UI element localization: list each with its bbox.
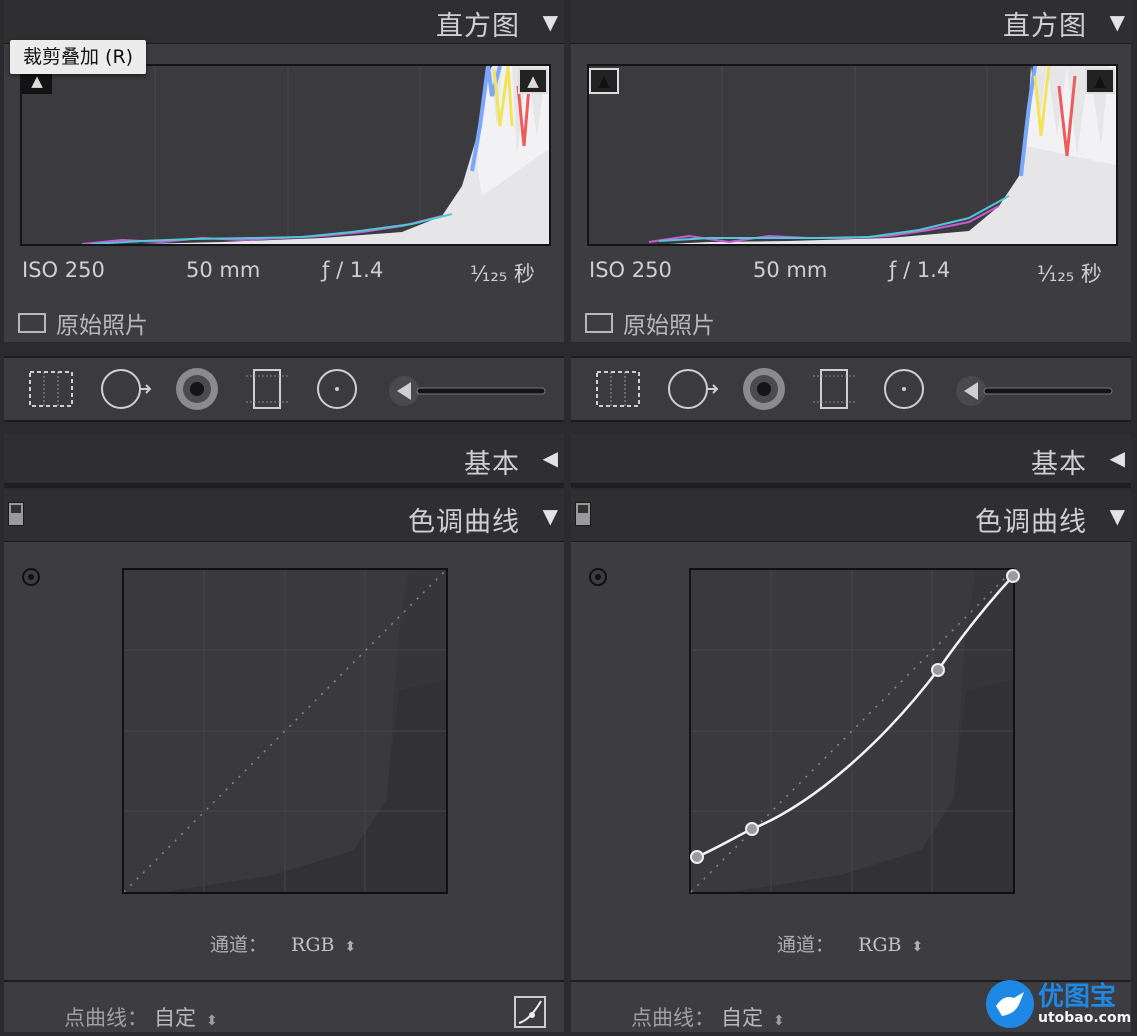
shadow-clipping-toggle[interactable]: ▲	[589, 68, 619, 94]
triangle-down-icon[interactable]: ▼	[543, 10, 558, 34]
channel-selector[interactable]: 通道： RGB ⬍	[777, 930, 923, 957]
red-eye-icon[interactable]	[170, 366, 224, 412]
basic-title: 基本	[1031, 449, 1087, 480]
channel-value: RGB	[291, 934, 335, 956]
left-panel-column: 直方图 ▼ ▲ ▲ ISO 250 50 mm ƒ / 1.4 ¹⁄₁₂₅ 秒	[4, 0, 564, 1032]
original-photo-checkbox[interactable]: 原始照片	[585, 306, 715, 340]
triangle-left-icon[interactable]: ◀	[543, 446, 558, 470]
divider	[571, 484, 1131, 488]
triangle-down-icon[interactable]: ▼	[543, 504, 558, 528]
adjustment-brush-slider[interactable]	[956, 376, 1116, 406]
tone-curve-header[interactable]: 色调曲线 ▼	[571, 490, 1131, 542]
crop-overlay-icon[interactable]	[24, 366, 78, 412]
channel-label: 通道：	[777, 934, 835, 956]
point-curve-bar: 点曲线： 自定 ⬍	[4, 980, 564, 1032]
original-photo-label: 原始照片	[56, 313, 148, 339]
curve-graph[interactable]	[122, 568, 448, 894]
watermark: 优图宝 utobao.com	[980, 976, 1137, 1032]
highlight-clipping-toggle[interactable]: ▲	[1085, 68, 1115, 94]
point-curve-label: 点曲线：	[631, 1006, 715, 1030]
triangle-left-icon[interactable]: ◀	[1110, 446, 1125, 470]
watermark-name: 优图宝	[1038, 982, 1117, 1012]
curve-point	[1006, 569, 1020, 583]
shutter-value: ¹⁄₁₂₅ 秒	[470, 262, 535, 286]
stepper-icon: ⬍	[773, 1013, 785, 1029]
histogram-title: 直方图	[1003, 11, 1087, 42]
triangle-down-icon[interactable]: ▼	[1110, 504, 1125, 528]
watermark-url: utobao.com	[1038, 1010, 1132, 1026]
spot-removal-icon[interactable]	[665, 366, 719, 412]
basic-title: 基本	[464, 449, 520, 480]
channel-label: 通道：	[210, 934, 268, 956]
point-curve-selector[interactable]: 点曲线： 自定 ⬍	[631, 1002, 785, 1032]
basic-header[interactable]: 基本 ◀	[571, 434, 1131, 484]
histogram-title: 直方图	[436, 11, 520, 42]
tool-strip	[571, 356, 1131, 422]
histogram-header[interactable]: 直方图 ▼	[571, 0, 1131, 44]
focal-length-value: 50 mm	[753, 258, 828, 282]
stepper-icon: ⬍	[911, 939, 924, 955]
stepper-icon: ⬍	[344, 939, 357, 955]
iso-value: ISO 250	[22, 258, 105, 282]
channel-value: RGB	[858, 934, 902, 956]
point-curve-selector[interactable]: 点曲线： 自定 ⬍	[64, 1002, 218, 1032]
curve-point	[690, 850, 704, 864]
channel-selector[interactable]: 通道： RGB ⬍	[210, 930, 356, 957]
basic-header[interactable]: 基本 ◀	[4, 434, 564, 484]
iso-value: ISO 250	[589, 258, 672, 282]
triangle-down-icon[interactable]: ▼	[1110, 10, 1125, 34]
histogram-panel: ▲ ▲ ISO 250 50 mm ƒ / 1.4 ¹⁄₁₂₅ 秒 原始照片	[4, 44, 564, 342]
target-adjust-icon[interactable]	[589, 568, 607, 586]
target-adjust-icon[interactable]	[22, 568, 40, 586]
curve-mode-icon[interactable]	[514, 996, 546, 1028]
panel-enable-switch[interactable]	[575, 502, 591, 526]
histogram-graph	[587, 64, 1118, 246]
checkbox-icon	[18, 313, 46, 333]
right-panel-column: 直方图 ▼ ▲ ▲ ISO 250 50 mm ƒ / 1.4 ¹⁄₁₂₅ 秒	[571, 0, 1131, 1032]
aperture-value: ƒ / 1.4	[889, 258, 951, 282]
red-eye-icon[interactable]	[737, 366, 791, 412]
spot-removal-icon[interactable]	[98, 366, 152, 412]
histogram-panel: ▲ ▲ ISO 250 50 mm ƒ / 1.4 ¹⁄₁₂₅ 秒 原始照片	[571, 44, 1131, 342]
curve-point	[745, 822, 759, 836]
radial-filter-icon[interactable]	[877, 366, 931, 412]
stepper-icon: ⬍	[206, 1013, 218, 1029]
tone-curve-title: 色调曲线	[408, 507, 520, 538]
graduated-filter-icon[interactable]	[240, 366, 294, 412]
aperture-value: ƒ / 1.4	[322, 258, 384, 282]
curve-point	[931, 663, 945, 677]
checkbox-icon	[585, 313, 613, 333]
tone-curve-header[interactable]: 色调曲线 ▼	[4, 490, 564, 542]
radial-filter-icon[interactable]	[310, 366, 364, 412]
graduated-filter-icon[interactable]	[807, 366, 861, 412]
original-photo-checkbox[interactable]: 原始照片	[18, 306, 148, 340]
point-curve-value: 自定	[154, 1006, 196, 1030]
panel-enable-switch[interactable]	[8, 502, 24, 526]
point-curve-label: 点曲线：	[64, 1006, 148, 1030]
crop-overlay-tooltip: 裁剪叠加 (R)	[10, 40, 147, 74]
histogram-graph	[20, 64, 551, 246]
point-curve-value: 自定	[721, 1006, 763, 1030]
crop-overlay-icon[interactable]	[591, 366, 645, 412]
highlight-clipping-toggle[interactable]: ▲	[518, 68, 548, 94]
curve-graph[interactable]	[689, 568, 1020, 894]
focal-length-value: 50 mm	[186, 258, 261, 282]
divider	[4, 484, 564, 488]
tone-curve-panel: 通道： RGB ⬍	[4, 542, 564, 1032]
original-photo-label: 原始照片	[623, 313, 715, 339]
shutter-value: ¹⁄₁₂₅ 秒	[1037, 262, 1102, 286]
tone-curve-title: 色调曲线	[975, 507, 1087, 538]
tone-curve-panel: 通道： RGB ⬍	[571, 542, 1131, 1032]
histogram-header[interactable]: 直方图 ▼	[4, 0, 564, 44]
tool-strip	[4, 356, 564, 422]
adjustment-brush-slider[interactable]	[389, 376, 549, 406]
